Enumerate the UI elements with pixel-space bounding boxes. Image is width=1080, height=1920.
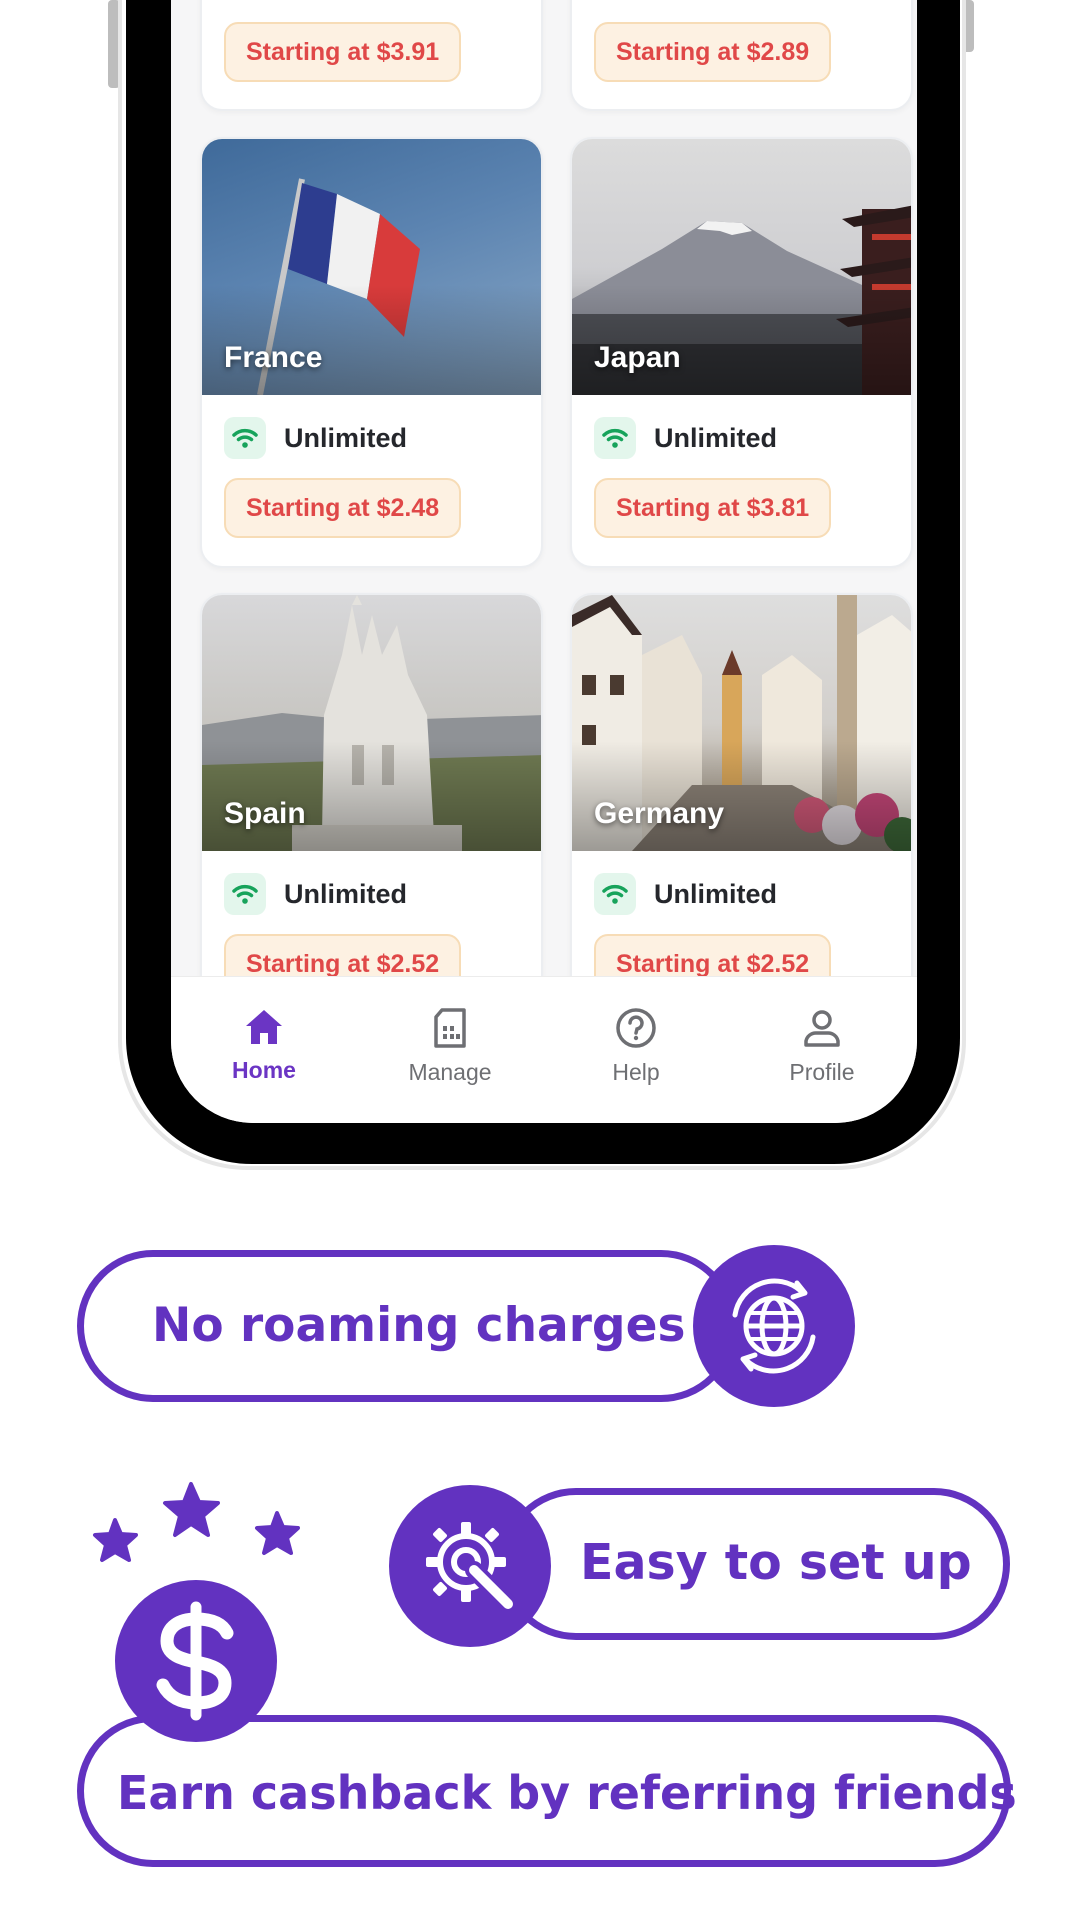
wifi-icon xyxy=(602,884,628,904)
dollar-icon xyxy=(156,1601,234,1721)
feature-no-roaming-badge xyxy=(693,1245,855,1407)
home-icon xyxy=(246,1010,282,1044)
nav-help[interactable]: Help xyxy=(543,977,729,1123)
data-plan-label: Unlimited xyxy=(284,878,408,909)
bottom-navigation: Home Manage Help Profile xyxy=(171,976,917,1123)
destination-card[interactable]: Starting at $2.89 xyxy=(570,0,913,111)
nav-profile[interactable]: Profile xyxy=(729,977,915,1123)
destination-card[interactable]: Starting at $3.91 xyxy=(200,0,543,111)
person-icon xyxy=(804,1010,840,1047)
wifi-badge xyxy=(224,417,266,459)
price-label: Starting at $2.52 xyxy=(246,949,440,978)
feature-cashback-badge xyxy=(115,1580,277,1742)
germany-photo: Germany xyxy=(572,595,911,851)
nav-home[interactable]: Home xyxy=(171,977,357,1123)
country-name: Germany xyxy=(594,797,725,830)
price-label: Starting at $2.48 xyxy=(246,493,440,522)
feature-cashback-label: Earn cashback by referring friends xyxy=(117,1766,1017,1820)
gear-wrench-icon xyxy=(426,1522,517,1613)
destination-card-germany[interactable]: Germany Unlimited Starting at $2.52 xyxy=(570,593,913,1024)
data-plan-label: Unlimited xyxy=(284,422,408,453)
wifi-icon xyxy=(232,884,258,904)
price-label: Starting at $3.91 xyxy=(246,37,440,66)
phone-screen: Starting at $3.91 Starting at $2.89 Fran… xyxy=(171,0,917,1123)
japan-photo: Japan xyxy=(572,139,911,395)
price-label: Starting at $2.52 xyxy=(616,949,810,978)
feature-easy-setup-label: Easy to set up xyxy=(580,1534,972,1591)
price-badge: Starting at $2.48 xyxy=(224,478,462,538)
spain-photo: Spain xyxy=(202,595,541,851)
price-label: Starting at $3.81 xyxy=(616,493,810,522)
feature-no-roaming-label: No roaming charges xyxy=(152,1298,686,1353)
price-badge: Starting at $3.81 xyxy=(594,478,832,538)
data-plan-label: Unlimited xyxy=(654,878,778,909)
price-badge: Starting at $3.91 xyxy=(224,22,462,82)
globe-refresh-icon xyxy=(732,1278,816,1374)
feature-easy-setup-badge xyxy=(389,1485,551,1647)
nav-manage-label: Manage xyxy=(408,1059,492,1085)
destination-card-japan[interactable]: Japan Unlimited Starting at $3.81 xyxy=(570,137,913,568)
price-badge: Starting at $2.89 xyxy=(594,22,832,82)
wifi-icon xyxy=(232,428,258,448)
destination-card-france[interactable]: France Unlimited Starting at $2.48 xyxy=(200,137,543,568)
help-circle-icon xyxy=(616,1008,656,1048)
wifi-badge xyxy=(594,417,636,459)
data-plan-label: Unlimited xyxy=(654,422,778,453)
country-name: Japan xyxy=(594,341,681,374)
country-name: France xyxy=(224,341,323,374)
nav-help-label: Help xyxy=(612,1059,660,1085)
country-name: Spain xyxy=(224,797,306,830)
wifi-badge xyxy=(594,873,636,915)
nav-profile-label: Profile xyxy=(789,1059,855,1085)
price-label: Starting at $2.89 xyxy=(616,37,810,66)
wifi-icon xyxy=(602,428,628,448)
wifi-badge xyxy=(224,873,266,915)
france-photo: France xyxy=(202,139,541,395)
stars-icon xyxy=(93,1482,300,1562)
nav-manage[interactable]: Manage xyxy=(357,977,543,1123)
sim-card-icon xyxy=(434,1008,466,1048)
nav-home-label: Home xyxy=(232,1057,296,1083)
destination-card-spain[interactable]: Spain Unlimited Starting at $2.52 xyxy=(200,593,543,1024)
